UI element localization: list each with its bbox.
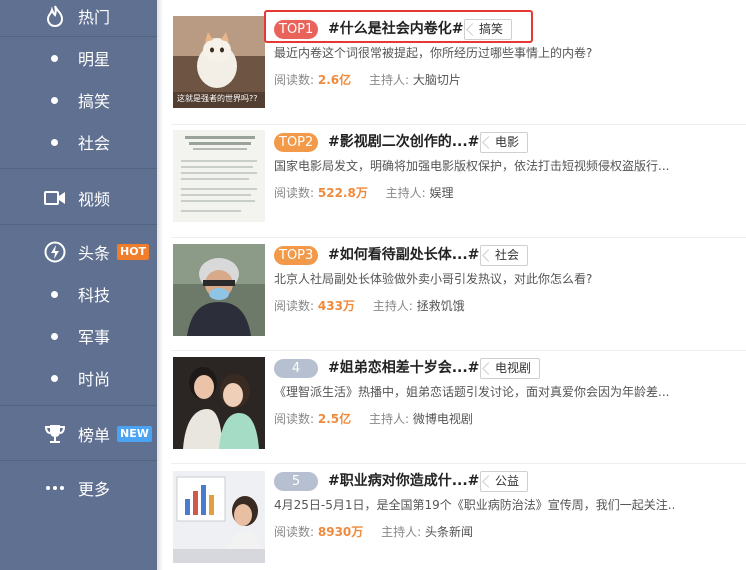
sidebar-shadow bbox=[157, 0, 163, 570]
topic-thumbnail[interactable] bbox=[173, 357, 265, 449]
topic-title[interactable]: #姐弟恋相差十岁会...# bbox=[328, 359, 479, 378]
sidebar-item-stars[interactable]: 明星 bbox=[0, 38, 157, 78]
sidebar-item-label: 社会 bbox=[78, 134, 111, 153]
sidebar-item-more[interactable]: 更多 bbox=[0, 468, 157, 508]
rank-badge: TOP3 bbox=[274, 246, 319, 265]
topic-card[interactable]: TOP3 #如何看待副处长体...# 社会 北京人社局副处长体验做外卖小哥引发热… bbox=[157, 238, 746, 351]
category-tag[interactable]: 社会 bbox=[480, 245, 529, 266]
host-label: 主持人: bbox=[368, 73, 410, 87]
topic-meta: 阅读数: 433万 主持人: 拯救饥饿 bbox=[274, 297, 465, 315]
bullet-dot bbox=[51, 290, 58, 298]
topic-thumbnail[interactable] bbox=[173, 130, 265, 222]
sidebar-item-rankings[interactable]: 榜单 NEW bbox=[0, 414, 157, 454]
topic-summary: 北京人社局副处长体验做外卖小哥引发热议，对此你怎么看? bbox=[274, 272, 593, 286]
rank-badge: 4 bbox=[274, 359, 318, 378]
sidebar-item-funny[interactable]: 搞笑 bbox=[0, 80, 157, 120]
reads-count: 2.5亿 bbox=[317, 412, 352, 426]
reads-count: 433万 bbox=[317, 299, 355, 313]
host-label: 主持人: bbox=[368, 412, 410, 426]
sidebar-item-headlines[interactable]: 头条 HOT bbox=[0, 232, 157, 272]
highlight-box bbox=[264, 10, 533, 43]
topic-thumbnail[interactable] bbox=[173, 244, 265, 336]
reads-label: 阅读数: bbox=[274, 73, 315, 87]
category-tag[interactable]: 电影 bbox=[480, 132, 529, 153]
topic-card[interactable]: 5 #职业病对你造成什...# 公益 4月25日-5月1日，是全国第19个《职业… bbox=[157, 464, 746, 570]
host-name[interactable]: 拯救饥饿 bbox=[417, 299, 465, 313]
topic-summary: 4月25日-5月1日，是全国第19个《职业病防治法》宣传周，我们一起关注... bbox=[274, 498, 674, 512]
sidebar-divider bbox=[0, 224, 157, 225]
sidebar-item-label: 热门 bbox=[78, 8, 111, 27]
reads-count: 8930万 bbox=[317, 525, 364, 539]
more-dots-icon bbox=[44, 477, 66, 499]
topic-title[interactable]: #如何看待副处长体...# bbox=[328, 246, 479, 265]
host-name[interactable]: 娱理 bbox=[430, 186, 454, 200]
sidebar-item-label: 时尚 bbox=[78, 370, 111, 389]
hot-badge: HOT bbox=[117, 244, 150, 260]
sidebar-item-label: 科技 bbox=[78, 286, 111, 305]
lightning-icon bbox=[44, 241, 66, 263]
category-tag[interactable]: 公益 bbox=[480, 471, 529, 492]
reads-label: 阅读数: bbox=[274, 412, 315, 426]
video-camera-icon bbox=[44, 187, 66, 209]
sidebar-item-label: 头条 bbox=[78, 244, 111, 263]
sidebar-item-label: 搞笑 bbox=[78, 92, 111, 111]
topic-title[interactable]: #影视剧二次创作的...# bbox=[328, 133, 479, 152]
bullet-dot bbox=[51, 374, 58, 382]
sidebar-item-fashion[interactable]: 时尚 bbox=[0, 358, 157, 398]
sidebar-divider bbox=[0, 168, 157, 169]
sidebar-item-label: 军事 bbox=[78, 328, 111, 347]
sidebar-item-label: 榜单 bbox=[78, 426, 111, 445]
topic-list: 这就是强者的世界吗?? TOP1 #什么是社会内卷化# 搞笑 最近内卷这个词很常… bbox=[157, 0, 746, 570]
topic-summary: 最近内卷这个词很常被提起，你所经历过哪些事情上的内卷? bbox=[274, 46, 593, 60]
topic-thumbnail[interactable] bbox=[173, 471, 265, 563]
trophy-icon bbox=[44, 423, 66, 445]
bullet-dot bbox=[51, 332, 58, 340]
sidebar: 热门 明星 搞笑 社会 视频 头条 HOT 科技 军事 时尚 榜单 NEW 更多 bbox=[0, 0, 157, 570]
bullet-dot bbox=[51, 138, 58, 146]
reads-count: 2.6亿 bbox=[317, 73, 352, 87]
sidebar-item-label: 明星 bbox=[78, 50, 111, 69]
topic-meta: 阅读数: 8930万 主持人: 头条新闻 bbox=[274, 523, 473, 541]
flame-icon bbox=[44, 5, 66, 27]
reads-label: 阅读数: bbox=[274, 525, 315, 539]
category-tag[interactable]: 电视剧 bbox=[480, 358, 541, 379]
topic-meta: 阅读数: 522.8万 主持人: 娱理 bbox=[274, 184, 454, 202]
rank-badge: TOP2 bbox=[274, 133, 319, 152]
reads-count: 522.8万 bbox=[317, 186, 368, 200]
sidebar-item-tech[interactable]: 科技 bbox=[0, 274, 157, 314]
topic-meta: 阅读数: 2.5亿 主持人: 微博电视剧 bbox=[274, 410, 473, 428]
topic-card[interactable]: TOP2 #影视剧二次创作的...# 电影 国家电影局发文，明确将加强电影版权保… bbox=[157, 125, 746, 238]
sidebar-divider bbox=[0, 36, 157, 37]
sidebar-divider bbox=[0, 460, 157, 461]
sidebar-item-label: 视频 bbox=[78, 190, 111, 209]
bullet-dot bbox=[51, 54, 58, 62]
host-label: 主持人: bbox=[372, 299, 413, 313]
sidebar-divider bbox=[0, 405, 157, 406]
host-name[interactable]: 微博电视剧 bbox=[413, 412, 473, 426]
topic-meta: 阅读数: 2.6亿 主持人: 大脑切片 bbox=[274, 71, 461, 89]
topic-summary: 国家电影局发文，明确将加强电影版权保护，依法打击短视频侵权盗版行... bbox=[274, 159, 670, 173]
host-label: 主持人: bbox=[385, 186, 426, 200]
thumbnail-caption: 这就是强者的世界吗?? bbox=[177, 94, 258, 103]
topic-title[interactable]: #职业病对你造成什...# bbox=[328, 472, 479, 491]
host-name[interactable]: 头条新闻 bbox=[425, 525, 473, 539]
sidebar-item-label: 更多 bbox=[78, 480, 111, 499]
sidebar-item-military[interactable]: 军事 bbox=[0, 316, 157, 356]
host-name[interactable]: 大脑切片 bbox=[413, 73, 461, 87]
topic-summary: 《理智派生活》热播中，姐弟恋话题引发讨论，面对真爱你会因为年龄差... bbox=[274, 385, 670, 399]
reads-label: 阅读数: bbox=[274, 299, 315, 313]
host-label: 主持人: bbox=[381, 525, 422, 539]
topic-card[interactable]: 4 #姐弟恋相差十岁会...# 电视剧 《理智派生活》热播中，姐弟恋话题引发讨论… bbox=[157, 351, 746, 464]
topic-thumbnail[interactable]: 这就是强者的世界吗?? bbox=[173, 16, 265, 108]
sidebar-item-hot[interactable]: 热门 bbox=[0, 0, 157, 36]
new-badge: NEW bbox=[117, 426, 152, 442]
bullet-dot bbox=[51, 96, 58, 104]
reads-label: 阅读数: bbox=[274, 186, 315, 200]
sidebar-item-society[interactable]: 社会 bbox=[0, 122, 157, 162]
rank-badge: 5 bbox=[274, 472, 318, 491]
sidebar-item-video[interactable]: 视频 bbox=[0, 178, 157, 218]
